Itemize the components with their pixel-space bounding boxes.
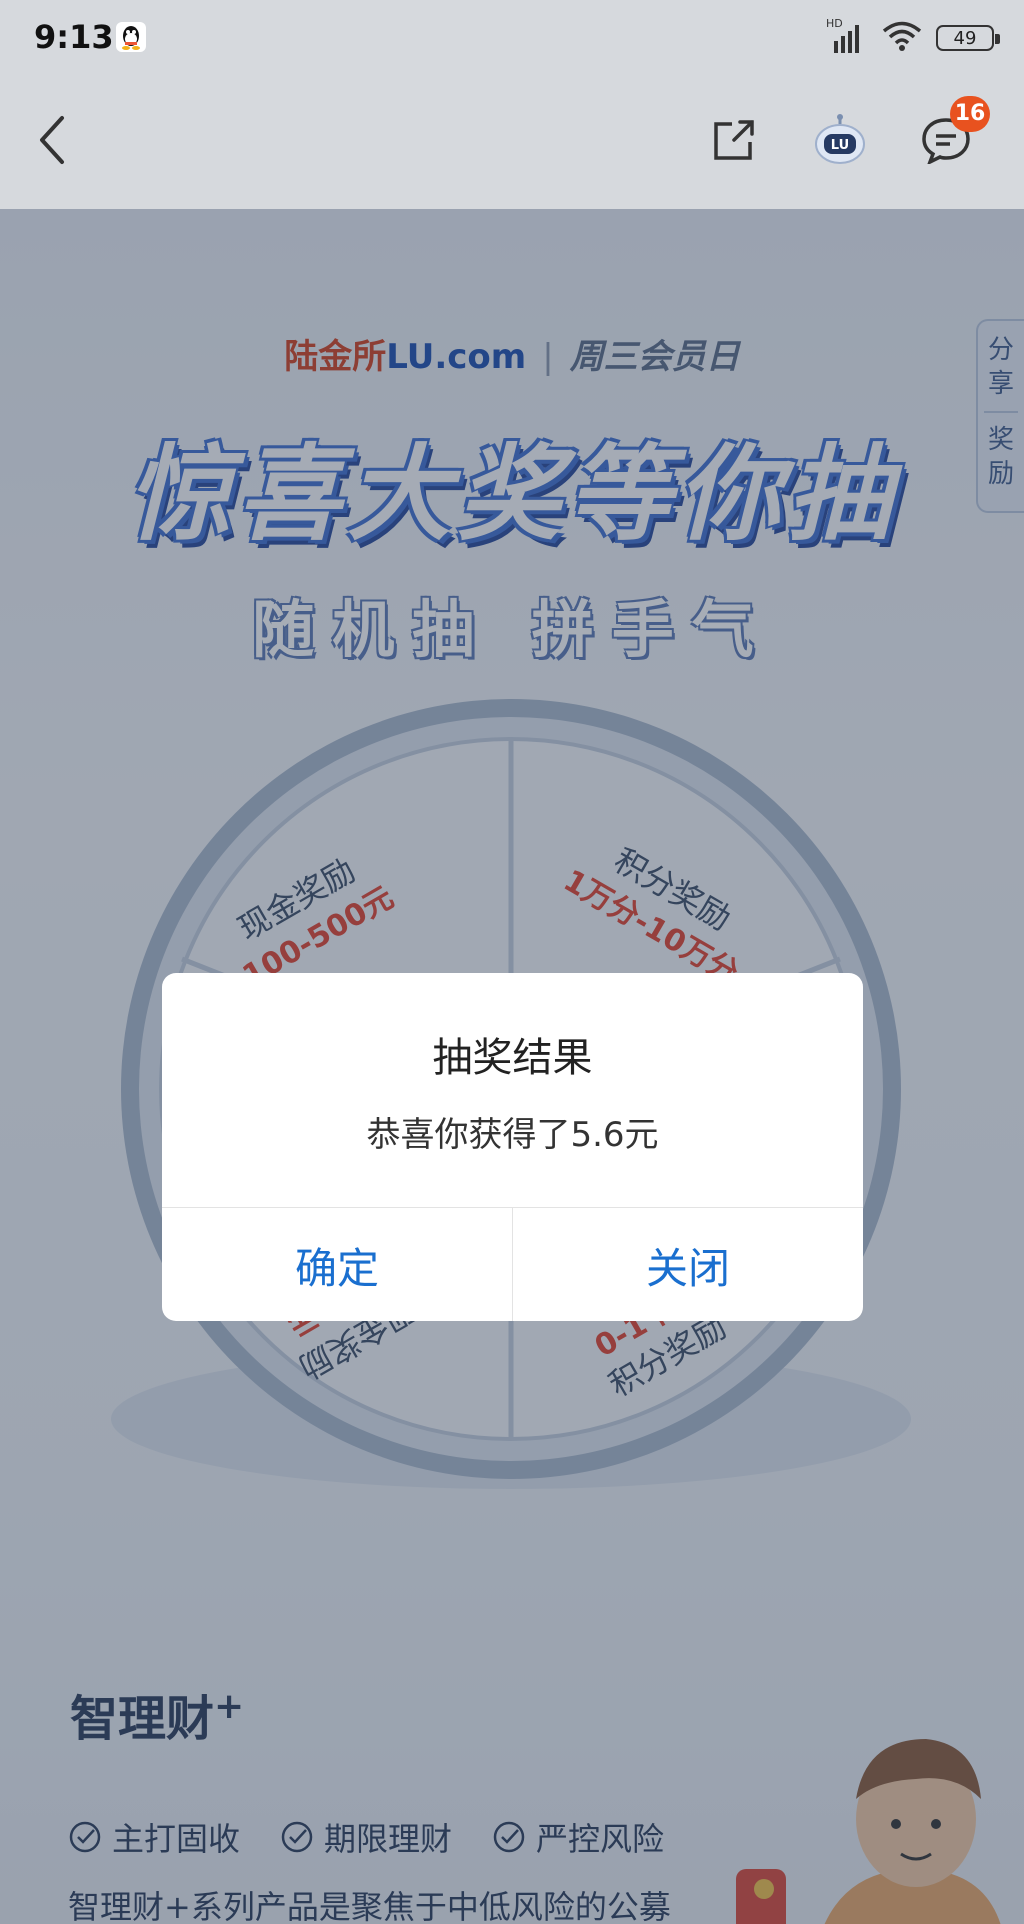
share-icon — [714, 120, 754, 160]
status-time: 9:13 — [34, 18, 114, 56]
network-label: HD — [826, 17, 843, 30]
lottery-result-dialog: 抽奖结果 恭喜你获得了5.6元 确定 关闭 — [162, 973, 863, 1321]
dialog-title: 抽奖结果 — [432, 1035, 593, 1081]
svg-text:LU: LU — [831, 138, 849, 153]
qq-icon — [116, 22, 146, 52]
close-button[interactable]: 关闭 — [512, 1208, 863, 1321]
signal-icon: HD — [826, 17, 868, 55]
confirm-button[interactable]: 确定 — [162, 1208, 512, 1321]
chevron-left-icon — [40, 116, 64, 164]
battery-indicator: 49 — [936, 25, 1000, 51]
share-button[interactable] — [704, 110, 764, 170]
back-button[interactable] — [22, 110, 82, 170]
top-nav-bar: LU — [0, 80, 1024, 209]
dialog-actions: 确定 关闭 — [162, 1207, 863, 1321]
robot-assistant-icon: LU — [815, 114, 865, 164]
status-indicators: HD 49 — [826, 17, 1000, 56]
dialog-message: 恭喜你获得了5.6元 — [366, 1115, 659, 1155]
assistant-button[interactable]: LU — [810, 110, 870, 170]
message-count-badge: 16 — [950, 96, 990, 132]
wifi-icon — [882, 20, 922, 56]
status-bar: 9:13 HD 49 — [0, 0, 1024, 80]
